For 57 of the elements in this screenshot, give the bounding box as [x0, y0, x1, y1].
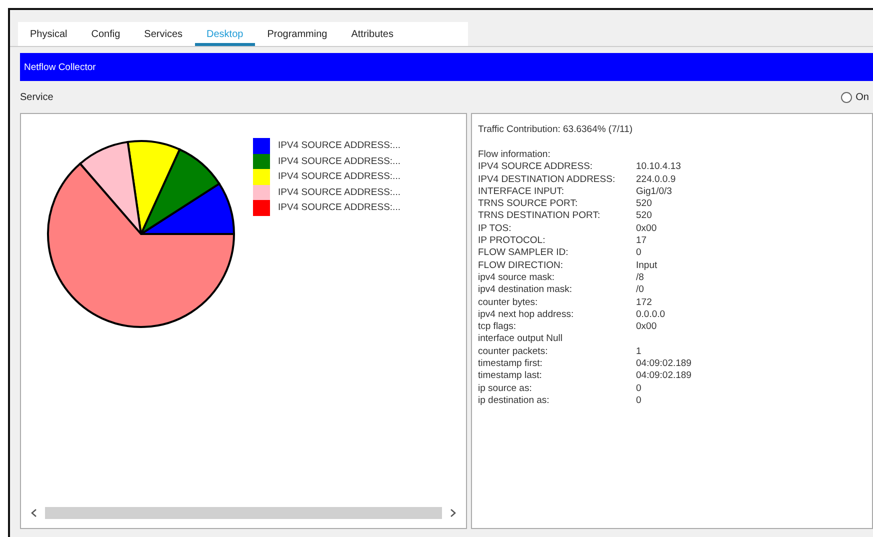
legend-label: IPV4 SOURCE ADDRESS:...	[278, 156, 400, 167]
scroll-right-icon[interactable]	[450, 509, 456, 517]
legend-label: IPV4 SOURCE ADDRESS:...	[278, 171, 400, 182]
field-label: FLOW DIRECTION:	[478, 260, 564, 272]
field-label: IPV4 DESTINATION ADDRESS:	[478, 174, 616, 186]
field-label: interface output Null	[478, 333, 564, 346]
field-label: timestamp last:	[478, 370, 543, 383]
tab[interactable]: Config	[79, 26, 132, 46]
field-label: IP PROTOCOL:	[478, 235, 546, 248]
field-label: ipv4 destination mask:	[478, 284, 573, 297]
field-value: 172	[636, 296, 653, 309]
legend-label: IPV4 SOURCE ADDRESS:...	[278, 140, 400, 152]
tab[interactable]: Physical	[18, 26, 80, 46]
legend-label: IPV4 SOURCE ADDRESS:...	[278, 186, 400, 198]
field-value: Gig1/0/3	[636, 186, 673, 198]
field-value: 04:09:02.189	[636, 370, 692, 383]
field-value: 1	[636, 346, 642, 358]
field-value: 0	[636, 247, 642, 260]
field-value: Input	[636, 260, 658, 272]
tab[interactable]: Programming	[255, 26, 340, 46]
service-label: Service	[20, 92, 54, 102]
on-radio[interactable]	[840, 92, 852, 102]
field-label: ipv4 source mask:	[478, 272, 556, 284]
field-value: 520	[636, 210, 653, 223]
title-bar: Netflow Collector	[20, 53, 873, 81]
field-value: /8	[636, 272, 645, 284]
flow-heading: Flow information:	[478, 149, 552, 162]
field-label: counter bytes:	[478, 296, 539, 309]
field-label: timestamp first:	[478, 358, 544, 370]
field-value: 04:09:02.189	[636, 358, 692, 370]
field-label: TRNS DESTINATION PORT:	[478, 210, 602, 223]
field-value: 17	[636, 235, 648, 248]
field-label: FLOW SAMPLER ID:	[478, 247, 570, 260]
field-label: ip destination as:	[478, 394, 550, 408]
field-value: 0.0.0.0	[636, 308, 666, 322]
field-label: ip source as:	[478, 382, 533, 395]
field-value: /0	[636, 284, 645, 297]
field-value: 224.0.0.9	[636, 174, 677, 186]
tab[interactable]: Attributes	[339, 26, 406, 46]
field-value: 0x00	[636, 321, 658, 334]
field-value: 520	[636, 198, 653, 210]
field-label: INTERFACE INPUT:	[478, 186, 566, 198]
field-label: tcp flags:	[478, 321, 518, 334]
on-label: On	[856, 92, 869, 102]
field-label: ipv4 next hop address:	[478, 308, 575, 322]
scroll-left-icon[interactable]	[31, 509, 37, 517]
tab[interactable]: Services	[132, 26, 195, 46]
field-value: 0	[636, 382, 642, 395]
field-label: counter packets:	[478, 346, 549, 358]
field-label: TRNS SOURCE PORT:	[478, 198, 579, 210]
field-value: 10.10.4.13	[636, 161, 682, 174]
field-value: 0x00	[636, 222, 658, 236]
legend-label: IPV4 SOURCE ADDRESS:...	[278, 202, 400, 214]
field-label: IP TOS:	[478, 222, 512, 236]
traffic-contribution: Traffic Contribution: 63.6364% (7/11)	[478, 124, 634, 135]
field-label: IPV4 SOURCE ADDRESS:	[478, 161, 594, 174]
field-value: 0	[636, 394, 642, 408]
